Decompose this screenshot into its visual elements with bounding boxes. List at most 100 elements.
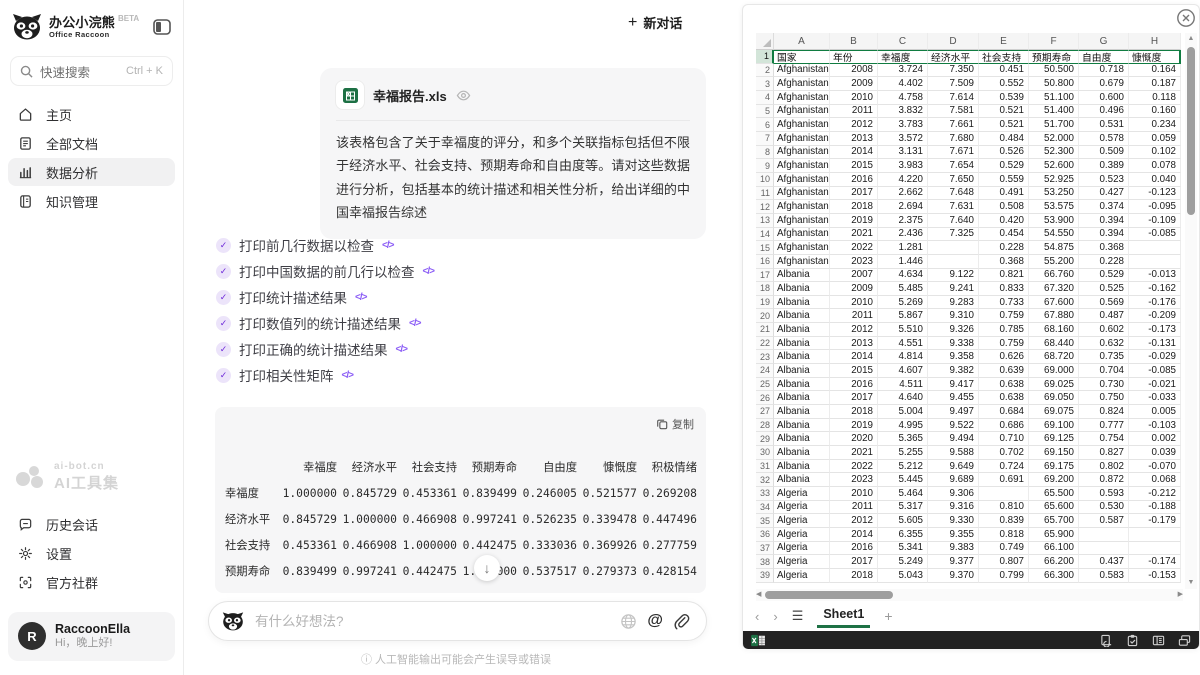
cell[interactable]: Afghanistan: [774, 187, 830, 201]
cell[interactable]: -0.070: [1129, 460, 1181, 474]
preview-eye-icon[interactable]: [456, 88, 471, 103]
cell[interactable]: 9.122: [928, 269, 979, 283]
cell[interactable]: 0.529: [979, 159, 1029, 173]
cell[interactable]: 69.025: [1029, 378, 1079, 392]
cell[interactable]: 5.269: [878, 296, 928, 310]
cell[interactable]: 2018: [830, 405, 878, 419]
cell[interactable]: 7.680: [928, 132, 979, 146]
cell[interactable]: Albania: [774, 364, 830, 378]
cell[interactable]: 2015: [830, 364, 878, 378]
row-number[interactable]: 25: [756, 378, 774, 392]
cell[interactable]: 5.043: [878, 569, 928, 583]
cell[interactable]: 0.684: [979, 405, 1029, 419]
cell[interactable]: Algeria: [774, 514, 830, 528]
search-input[interactable]: 快速搜索 Ctrl + K: [10, 56, 173, 86]
cell[interactable]: 4.402: [878, 77, 928, 91]
column-header-E[interactable]: E: [979, 33, 1029, 50]
cell[interactable]: 66.300: [1029, 569, 1079, 583]
row-number[interactable]: 37: [756, 542, 774, 556]
cell[interactable]: 0.526: [979, 146, 1029, 160]
cell[interactable]: 0.005: [1129, 405, 1181, 419]
cell[interactable]: Albania: [774, 269, 830, 283]
cell[interactable]: 0.759: [979, 337, 1029, 351]
cell[interactable]: 经济水平: [928, 50, 979, 64]
cell[interactable]: 5.341: [878, 542, 928, 556]
cell[interactable]: Afghanistan: [774, 91, 830, 105]
cell[interactable]: Albania: [774, 350, 830, 364]
cell[interactable]: 0.228: [1079, 255, 1129, 269]
cell[interactable]: 69.175: [1029, 460, 1079, 474]
collapse-sidebar-icon[interactable]: [151, 16, 173, 38]
cell[interactable]: 0.626: [979, 350, 1029, 364]
cell[interactable]: 3.724: [878, 64, 928, 78]
row-number[interactable]: 14: [756, 228, 774, 242]
cell[interactable]: Albania: [774, 391, 830, 405]
cell[interactable]: Algeria: [774, 487, 830, 501]
cell[interactable]: 0.102: [1129, 146, 1181, 160]
cell[interactable]: 0.679: [1079, 77, 1129, 91]
code-icon[interactable]: </>: [355, 292, 366, 303]
cell[interactable]: 0.118: [1129, 91, 1181, 105]
row-number[interactable]: 33: [756, 487, 774, 501]
cell[interactable]: 0.228: [979, 241, 1029, 255]
cell[interactable]: 0.759: [979, 309, 1029, 323]
cell[interactable]: 9.522: [928, 419, 979, 433]
close-panel-icon[interactable]: [1176, 8, 1196, 28]
cell[interactable]: 4.634: [878, 269, 928, 283]
cell[interactable]: Algeria: [774, 555, 830, 569]
cell[interactable]: Afghanistan: [774, 200, 830, 214]
cell[interactable]: [1079, 542, 1129, 556]
cell[interactable]: 年份: [830, 50, 878, 64]
cell[interactable]: 0.593: [1079, 487, 1129, 501]
cell[interactable]: 2011: [830, 501, 878, 515]
cell[interactable]: 0.059: [1129, 132, 1181, 146]
cell[interactable]: -0.021: [1129, 378, 1181, 392]
cell[interactable]: 2018: [830, 569, 878, 583]
cell[interactable]: 0.686: [979, 419, 1029, 433]
row-number[interactable]: 19: [756, 296, 774, 310]
cell[interactable]: 国家: [774, 50, 830, 64]
next-sheet-icon[interactable]: ›: [773, 609, 777, 624]
cell[interactable]: 0.872: [1079, 473, 1129, 487]
cell[interactable]: 2.694: [878, 200, 928, 214]
cell[interactable]: 69.150: [1029, 446, 1079, 460]
cell[interactable]: 0.839: [979, 514, 1029, 528]
column-header-D[interactable]: D: [928, 33, 979, 50]
cell[interactable]: Albania: [774, 296, 830, 310]
sidebar-item-community[interactable]: 官方社群: [8, 569, 175, 597]
cell[interactable]: 0.702: [979, 446, 1029, 460]
cell[interactable]: 9.649: [928, 460, 979, 474]
cell[interactable]: -0.085: [1129, 228, 1181, 242]
cell[interactable]: 0.710: [979, 432, 1029, 446]
cell[interactable]: 0.638: [979, 391, 1029, 405]
cell[interactable]: Albania: [774, 419, 830, 433]
row-number[interactable]: 24: [756, 364, 774, 378]
cell[interactable]: 66.100: [1029, 542, 1079, 556]
reading-view-icon[interactable]: [1152, 634, 1165, 647]
cell[interactable]: 0.521: [979, 118, 1029, 132]
cell[interactable]: Algeria: [774, 501, 830, 515]
cell[interactable]: Albania: [774, 432, 830, 446]
cell[interactable]: 68.440: [1029, 337, 1079, 351]
cell[interactable]: 0.394: [1079, 214, 1129, 228]
cell[interactable]: 0.523: [1079, 173, 1129, 187]
cell[interactable]: 2016: [830, 173, 878, 187]
cell[interactable]: 0.587: [1079, 514, 1129, 528]
cell[interactable]: 0.039: [1129, 446, 1181, 460]
horizontal-scrollbar[interactable]: ◀ ▶: [756, 589, 1183, 601]
cell[interactable]: 0.583: [1079, 569, 1129, 583]
sidebar-item-knowledge[interactable]: 知识管理: [8, 187, 175, 215]
cell[interactable]: 2014: [830, 528, 878, 542]
cell[interactable]: 0.164: [1129, 64, 1181, 78]
cell[interactable]: 69.050: [1029, 391, 1079, 405]
cell[interactable]: Afghanistan: [774, 228, 830, 242]
sidebar-item-home[interactable]: 主页: [8, 100, 175, 128]
column-header-F[interactable]: F: [1029, 33, 1079, 50]
cell[interactable]: 7.648: [928, 187, 979, 201]
new-chat-button[interactable]: + 新对话: [628, 13, 682, 32]
cell[interactable]: -0.095: [1129, 200, 1181, 214]
cell[interactable]: Algeria: [774, 528, 830, 542]
cell[interactable]: 0.508: [979, 200, 1029, 214]
row-number[interactable]: 16: [756, 255, 774, 269]
cell[interactable]: -0.109: [1129, 214, 1181, 228]
